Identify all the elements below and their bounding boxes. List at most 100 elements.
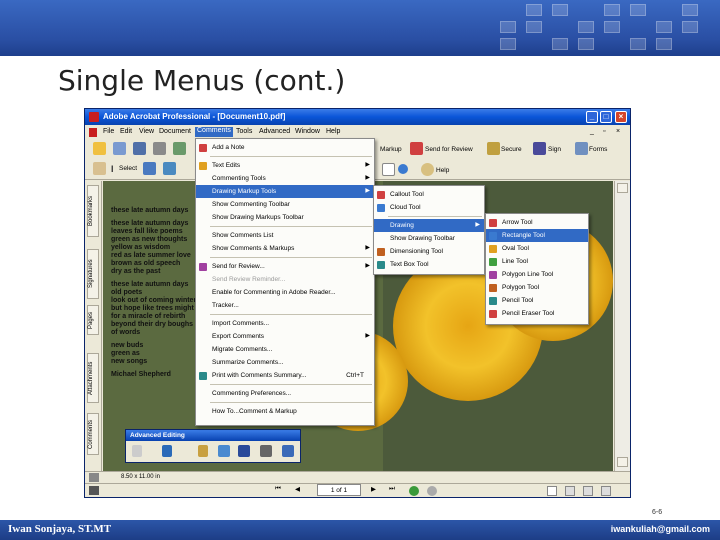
menu-item-arrow-tool[interactable]: Arrow Tool	[486, 216, 588, 229]
crop-tool-icon[interactable]	[198, 445, 208, 457]
menu-item-text-edits[interactable]: Text Edits ▶	[196, 159, 374, 172]
save-icon[interactable]	[133, 142, 146, 155]
menu-item-rectangle-tool[interactable]: Rectangle Tool	[486, 229, 588, 242]
menu-item-print-with-comments-summary[interactable]: Print with Comments Summary... Ctrl+T	[196, 369, 374, 382]
view-icon[interactable]	[89, 486, 99, 495]
menu-item-migrate-comments[interactable]: Migrate Comments...	[196, 343, 374, 356]
menu-item-polygon-tool[interactable]: Polygon Tool	[486, 281, 588, 294]
menu-edit[interactable]: Edit	[120, 128, 132, 135]
scroll-up-arrow[interactable]	[617, 183, 628, 193]
poem-line: new buds	[111, 342, 144, 349]
zoom-in-icon[interactable]	[398, 164, 408, 174]
menu-item-show-commenting-toolbar[interactable]: Show Commenting Toolbar	[196, 198, 374, 211]
zoom-icon[interactable]	[163, 162, 176, 175]
touchup-tool-icon[interactable]	[260, 445, 272, 457]
menu-file[interactable]: File	[103, 128, 114, 135]
minimize-button[interactable]: _	[586, 111, 598, 123]
menu-item-show-drawing-toolbar[interactable]: Show Drawing Toolbar	[374, 232, 484, 245]
help-button[interactable]: Help	[436, 167, 449, 174]
doc-restore-button[interactable]: ▫	[603, 128, 605, 135]
forms-button[interactable]: Forms	[589, 146, 607, 153]
menu-document[interactable]: Document	[159, 128, 191, 135]
menu-item-show-comments-markups[interactable]: Show Comments & Markups ▶	[196, 242, 374, 255]
textbox-icon	[377, 261, 385, 269]
last-page-button[interactable]: ⏭	[389, 485, 395, 493]
menu-item-text-box-tool[interactable]: Text Box Tool	[374, 258, 484, 271]
menu-view[interactable]: View	[139, 128, 154, 135]
menu-item-oval-tool[interactable]: Oval Tool	[486, 242, 588, 255]
markup-button[interactable]: Markup	[380, 146, 402, 153]
menu-tools[interactable]: Tools	[236, 128, 252, 135]
menu-item-send-for-review[interactable]: Send for Review... ▶	[196, 260, 374, 273]
menu-item-commenting-preferences[interactable]: Commenting Preferences...	[196, 387, 374, 400]
menu-item-pencil-tool[interactable]: Pencil Tool	[486, 294, 588, 307]
tab-bookmarks[interactable]: Bookmarks	[87, 185, 99, 237]
open-icon[interactable]	[93, 142, 106, 155]
menu-item-cloud-tool[interactable]: Cloud Tool	[374, 201, 484, 214]
advanced-editing-toolbar: Advanced Editing	[125, 429, 301, 463]
menu-item-polygon-line-tool[interactable]: Polygon Line Tool	[486, 268, 588, 281]
hand-tool-icon[interactable]	[93, 162, 106, 175]
page-counter[interactable]: 1 of 1	[317, 484, 361, 496]
snapshot-icon[interactable]	[143, 162, 156, 175]
menu-item-callout-tool[interactable]: Callout Tool	[374, 188, 484, 201]
menu-item-send-review-reminder[interactable]: Send Review Reminder...	[196, 273, 374, 286]
select-object-icon[interactable]	[132, 445, 142, 457]
menu-item-label: Rectangle Tool	[502, 232, 545, 239]
menu-item-summarize-comments[interactable]: Summarize Comments...	[196, 356, 374, 369]
menu-item-pencil-eraser-tool[interactable]: Pencil Eraser Tool	[486, 307, 588, 320]
continuous-icon[interactable]	[565, 486, 575, 496]
menu-help[interactable]: Help	[326, 128, 340, 135]
zoom-dropdown[interactable]	[382, 163, 395, 176]
next-page-button[interactable]: ▶	[371, 485, 376, 493]
menu-advanced[interactable]: Advanced	[259, 128, 290, 135]
form-tool-icon[interactable]	[238, 445, 250, 457]
menu-item-export-comments[interactable]: Export Comments ▶	[196, 330, 374, 343]
scroll-down-arrow[interactable]	[617, 457, 628, 467]
sign-button[interactable]: Sign	[548, 146, 561, 153]
single-page-icon[interactable]	[547, 486, 557, 496]
menu-item-label: Commenting Tools	[212, 175, 266, 182]
tab-attachments[interactable]: Attachments	[87, 353, 99, 403]
menu-item-import-comments[interactable]: Import Comments...	[196, 317, 374, 330]
header-grid-cell	[552, 38, 568, 50]
tab-comments[interactable]: Comments	[87, 413, 99, 455]
menu-comments[interactable]: Comments	[195, 127, 233, 137]
email-icon[interactable]	[173, 142, 186, 155]
doc-close-button[interactable]: ×	[616, 128, 620, 135]
menu-item-drawing-markup-tools[interactable]: Drawing Markup Tools ▶	[196, 185, 374, 198]
menu-item-commenting-tools[interactable]: Commenting Tools ▶	[196, 172, 374, 185]
maximize-button[interactable]: □	[600, 111, 612, 123]
menu-item-show-drawing-markups-toolbar[interactable]: Show Drawing Markups Toolbar	[196, 211, 374, 224]
first-page-button[interactable]: ⏮	[275, 485, 281, 493]
select-tool-label[interactable]: Select	[119, 165, 137, 172]
vertical-scrollbar[interactable]	[614, 181, 630, 471]
close-button[interactable]: ×	[615, 111, 627, 123]
previous-page-button[interactable]: ◀	[295, 485, 300, 493]
text-tool-icon[interactable]	[282, 445, 294, 457]
menu-item-label: Send for Review...	[212, 263, 265, 270]
article-tool-icon[interactable]	[218, 445, 230, 457]
forward-icon[interactable]	[427, 486, 437, 496]
menu-item-dimensioning-tool[interactable]: Dimensioning Tool	[374, 245, 484, 258]
send-for-review-button[interactable]: Send for Review	[425, 146, 473, 153]
tab-signatures[interactable]: Signatures	[87, 249, 99, 299]
menu-item-line-tool[interactable]: Line Tool	[486, 255, 588, 268]
facing-icon[interactable]	[583, 486, 593, 496]
print-icon	[199, 372, 207, 380]
print-icon[interactable]	[153, 142, 166, 155]
menu-item-drawing[interactable]: Drawing ▶	[374, 219, 484, 232]
menu-item-show-comments-list[interactable]: Show Comments List	[196, 229, 374, 242]
link-tool-icon[interactable]	[162, 445, 172, 457]
secure-button[interactable]: Secure	[501, 146, 522, 153]
menu-item-how-to-comment-markup[interactable]: How To...Comment & Markup	[196, 405, 374, 418]
menu-item-enable-for-commenting-in-adobe-reader[interactable]: Enable for Commenting in Adobe Reader...	[196, 286, 374, 299]
tab-pages[interactable]: Pages	[87, 305, 99, 335]
menu-item-tracker[interactable]: Tracker...	[196, 299, 374, 312]
doc-minimize-button[interactable]: _	[590, 128, 594, 135]
continuous-facing-icon[interactable]	[601, 486, 611, 496]
menu-item-add-a-note[interactable]: Add a Note	[196, 141, 374, 154]
create-pdf-icon[interactable]	[113, 142, 126, 155]
back-icon[interactable]	[409, 486, 419, 496]
menu-window[interactable]: Window	[295, 128, 320, 135]
